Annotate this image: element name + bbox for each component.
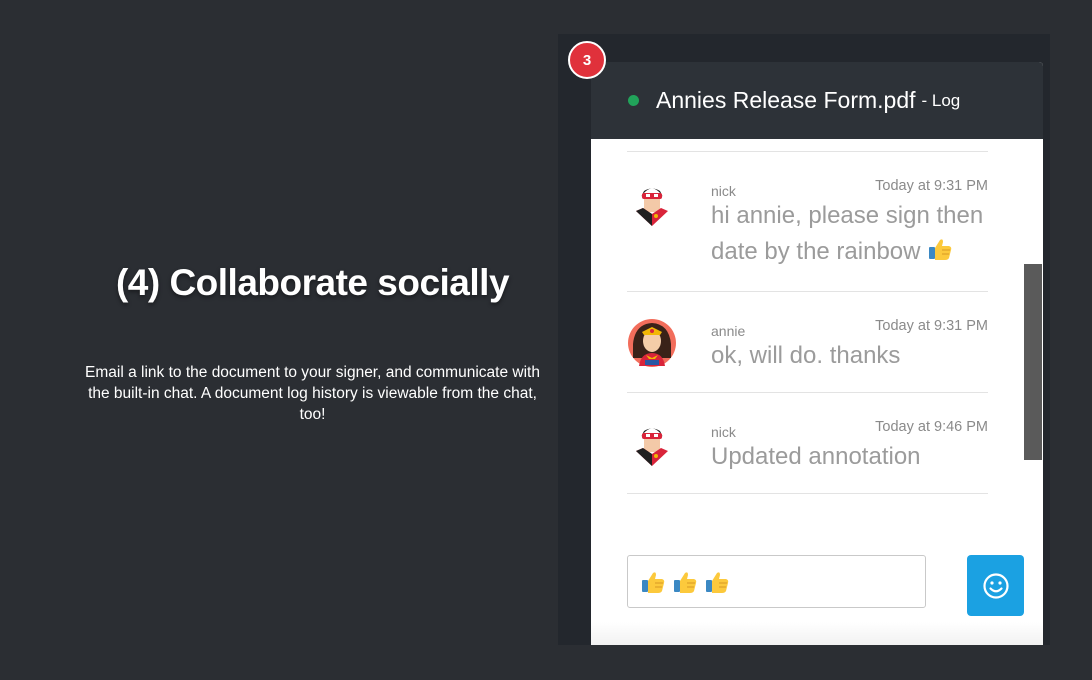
log-label: - Log [921, 90, 961, 110]
chat-message-input[interactable] [627, 555, 926, 608]
thumbs-up-icon [674, 571, 697, 593]
divider [627, 291, 988, 292]
online-status-icon [628, 95, 639, 106]
divider [627, 392, 988, 393]
chat-header: Annies Release Form.pdf - Log [591, 62, 1043, 139]
chat-scrollbar-thumb[interactable] [1024, 264, 1042, 460]
promo-section: (4) Collaborate socially Email a link to… [60, 0, 565, 680]
promo-headline: (4) Collaborate socially [115, 262, 510, 303]
message-text: ok, will do. thanks [711, 342, 901, 369]
chat-footer [591, 622, 1043, 645]
step-badge: 3 [568, 41, 606, 79]
superhero-avatar-icon [636, 188, 668, 226]
thumbs-up-icon [929, 239, 952, 260]
message-sender: annie [711, 323, 746, 339]
message-timestamp: Today at 9:31 PM [875, 178, 988, 194]
emoji-picker-button[interactable] [967, 555, 1024, 616]
heroine-avatar-icon [628, 319, 676, 367]
message-sender: nick [711, 183, 736, 199]
promo-description: Email a link to the document to your sig… [85, 364, 540, 423]
message-timestamp: Today at 9:46 PM [875, 419, 988, 435]
chat-window: Annies Release Form.pdf - Log nick Today… [591, 62, 1043, 645]
divider [627, 493, 988, 494]
thumbs-up-icon [706, 571, 729, 593]
divider [627, 151, 988, 152]
message-timestamp: Today at 9:31 PM [875, 318, 988, 334]
superhero-avatar-icon [636, 428, 668, 466]
message-text: hi annie, please sign then date by the r… [711, 198, 991, 270]
message-text: Updated annotation [711, 443, 921, 470]
thumbs-up-icon [642, 571, 665, 593]
message-sender: nick [711, 424, 736, 440]
document-title: Annies Release Form.pdf [656, 87, 916, 113]
smiley-icon [982, 572, 1009, 599]
